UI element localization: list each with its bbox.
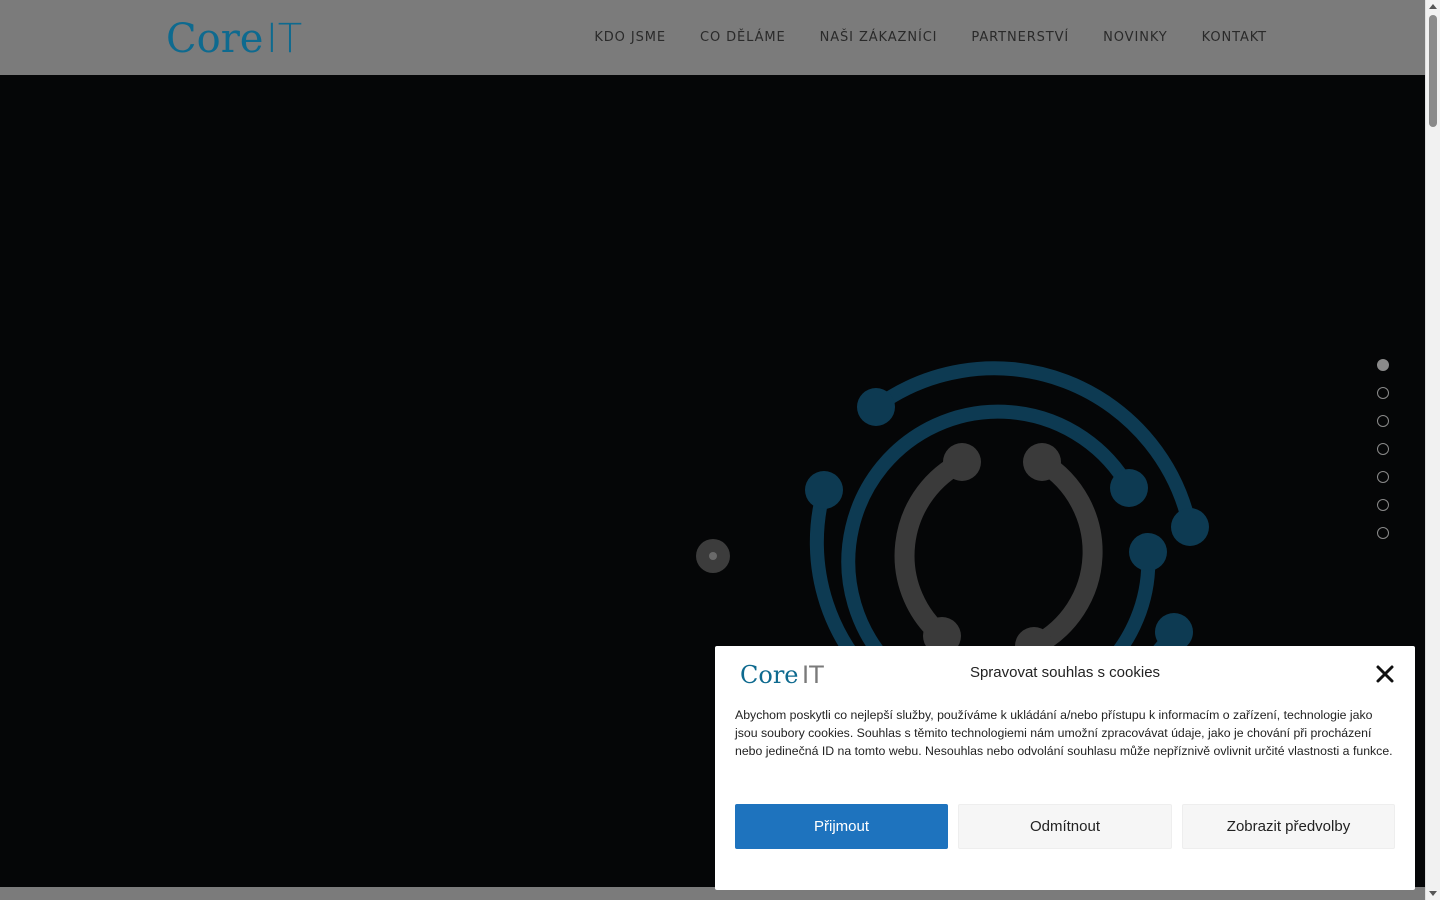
nav-item-partnerstvi[interactable]: PARTNERSTVÍ (971, 30, 1069, 45)
scroll-up-icon[interactable] (1429, 4, 1437, 9)
slide-dot-7[interactable] (1377, 527, 1389, 539)
slide-dot-3[interactable] (1377, 415, 1389, 427)
nav-item-kdo-jsme[interactable]: KDO JSME (594, 30, 666, 45)
slide-dot-5[interactable] (1377, 471, 1389, 483)
main-nav: KDO JSME CO DĚLÁME NAŠI ZÁKAZNÍCI PARTNE… (594, 0, 1267, 75)
cookie-dialog-logo: Core IT (740, 662, 824, 688)
logo-text-core: Core (166, 19, 263, 59)
cookie-consent-dialog: Core IT Spravovat souhlas s cookies Abyc… (715, 646, 1415, 890)
scroll-down-icon[interactable] (1429, 891, 1437, 896)
cookie-dialog-text: Abychom poskytli co nejlepší služby, pou… (735, 708, 1393, 758)
slide-navigation (1377, 359, 1389, 555)
hero-loader-dot (696, 539, 730, 573)
scroll-thumb[interactable] (1429, 15, 1437, 127)
cookie-dialog-title: Spravovat souhlas s cookies (969, 664, 1161, 681)
slide-dot-6[interactable] (1377, 499, 1389, 511)
page-scrollbar[interactable] (1425, 0, 1440, 900)
nav-item-nasi-zakaznici[interactable]: NAŠI ZÁKAZNÍCI (820, 30, 938, 45)
cookie-logo-it: IT (802, 662, 824, 688)
slide-dot-4[interactable] (1377, 443, 1389, 455)
site-header: Core IT KDO JSME CO DĚLÁME NAŠI ZÁKAZNÍC… (0, 0, 1425, 75)
nav-item-novinky[interactable]: NOVINKY (1103, 30, 1167, 45)
nav-item-co-delame[interactable]: CO DĚLÁME (700, 30, 786, 45)
logo-text-it: IT (266, 19, 302, 59)
close-icon[interactable] (1375, 664, 1395, 684)
site-logo[interactable]: Core IT (166, 19, 316, 59)
show-preferences-button[interactable]: Zobrazit předvolby (1182, 804, 1395, 849)
slide-dot-1[interactable] (1377, 359, 1389, 371)
cookie-logo-core: Core (740, 662, 799, 688)
accept-button[interactable]: Přijmout (735, 804, 948, 849)
slide-dot-2[interactable] (1377, 387, 1389, 399)
deny-button[interactable]: Odmítnout (958, 804, 1172, 849)
nav-item-kontakt[interactable]: KONTAKT (1202, 30, 1267, 45)
